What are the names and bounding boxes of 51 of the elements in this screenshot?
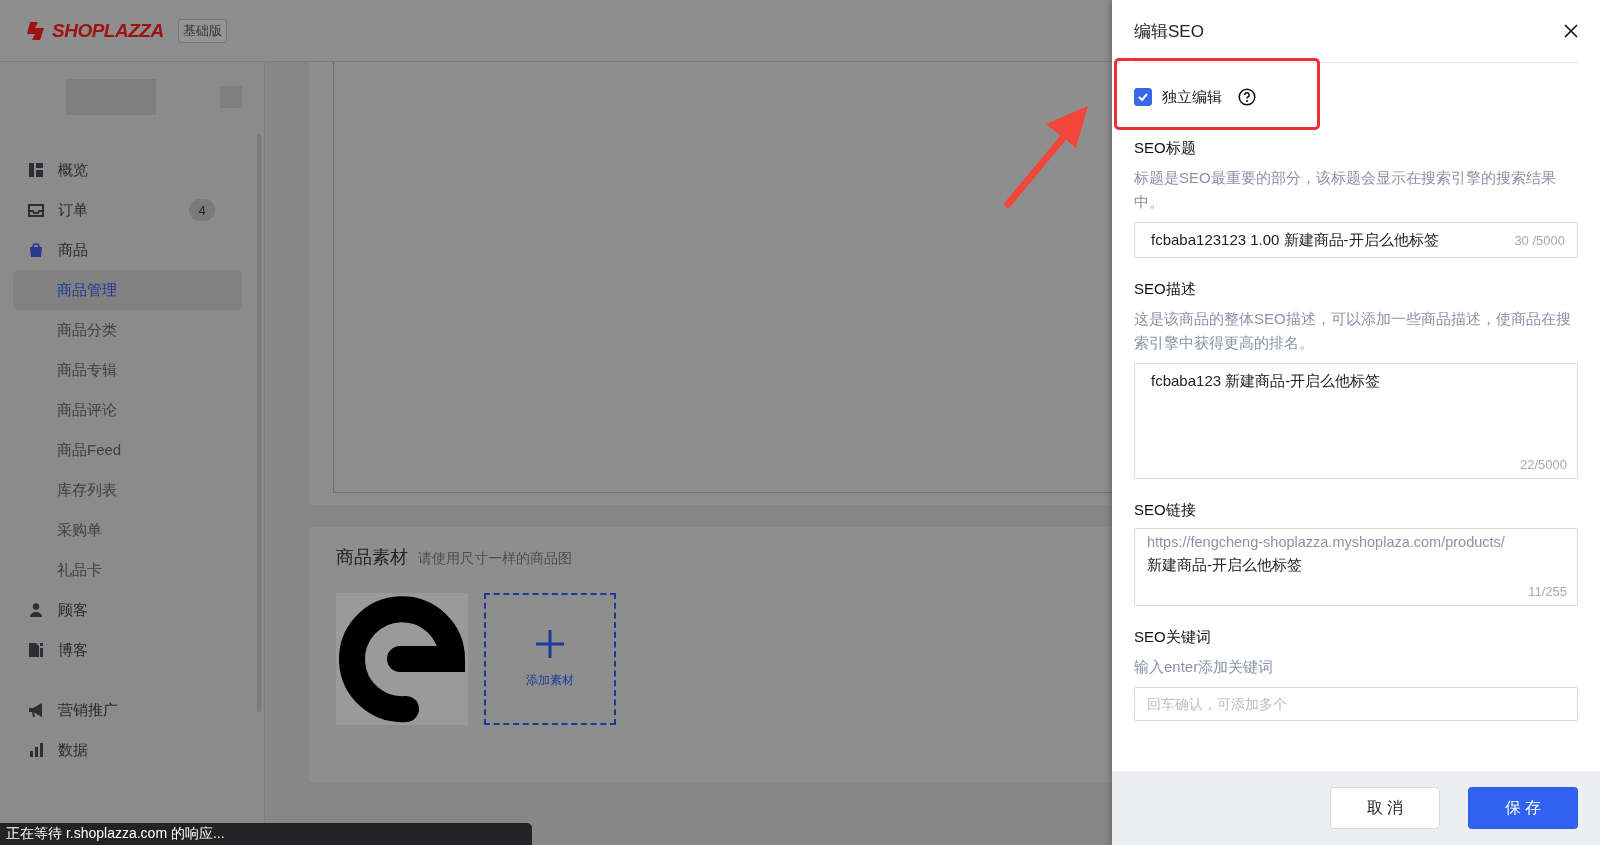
nav-item[interactable]: 订单 4 [0, 190, 251, 230]
cancel-button[interactable]: 取 消 [1330, 787, 1440, 829]
inbox-icon [28, 202, 44, 218]
nav-item[interactable]: 概览 [0, 150, 251, 190]
check-icon [1137, 91, 1149, 103]
field-label: SEO标题 [1134, 139, 1197, 158]
chart-panel-icon [28, 162, 44, 178]
nav-item[interactable]: 顾客 [0, 590, 251, 630]
drawer-title: 编辑SEO [1134, 20, 1204, 43]
nav-item[interactable]: 博客 [0, 630, 251, 670]
add-media-button[interactable]: 添加素材 [484, 593, 616, 725]
field-help: 输入enter添加关键词 [1134, 657, 1275, 677]
nav-subitem[interactable]: 商品专辑 [13, 350, 242, 390]
nav-subitem[interactable]: 采购单 [13, 510, 242, 550]
shopping-bag-icon [28, 242, 44, 258]
section-hint: 请使用尺寸一样的商品图 [418, 550, 572, 568]
nav-subitem[interactable]: 商品Feed [13, 430, 242, 470]
close-icon[interactable] [1564, 24, 1578, 38]
nav-item[interactable]: 数据 [0, 730, 251, 770]
url-field[interactable]: https://fengcheng-shoplazza.myshoplaza.com/products/ 新建商品-开启么他标签 11/255 [1134, 528, 1578, 606]
nav-subitem[interactable]: 商品评论 [13, 390, 242, 430]
product-image[interactable] [336, 593, 468, 725]
nav-subitem[interactable]: 商品管理 [13, 270, 242, 310]
count-badge: 4 [189, 199, 215, 221]
plan-badge: 基础版 [177, 18, 227, 43]
keyword-input[interactable]: 回车确认，可添加多个 [1134, 687, 1578, 721]
section-title: 商品素材 [336, 546, 408, 569]
field-label: SEO关键词 [1134, 628, 1212, 647]
nav-subitem[interactable]: 礼品卡 [13, 550, 242, 590]
plus-icon [536, 629, 564, 658]
field-label: SEO描述 [1134, 280, 1197, 299]
textarea-field[interactable]: fcbaba123 新建商品-开启么他标签 22/5000 [1134, 363, 1578, 479]
document-icon [28, 642, 44, 658]
checkbox[interactable] [1134, 88, 1152, 106]
nav-item[interactable]: 商品 [0, 230, 251, 270]
save-button[interactable]: 保 存 [1468, 787, 1578, 829]
nav-item[interactable]: 营销推广 [0, 690, 251, 730]
help-icon[interactable] [1238, 88, 1256, 106]
status-tooltip: 正在等待 r.shoplazza.com 的响应... [0, 823, 532, 845]
person-icon [28, 602, 44, 618]
logo[interactable]: SHOPLAZZA [26, 19, 164, 42]
field-help: 标题是SEO最重要的部分，该标题会显示在搜索引擎的搜索结果中。 [1134, 168, 1557, 212]
nav-subitem[interactable]: 商品分类 [13, 310, 242, 350]
field-help: 这是该商品的整体SEO描述，可以添加一些商品描述，使商品在搜索引擎中获得更高的排名。 [1134, 309, 1572, 353]
checkbox-label: 独立编辑 [1162, 87, 1222, 107]
nav-subitem[interactable]: 库存列表 [13, 470, 242, 510]
field-label: SEO链接 [1134, 501, 1197, 520]
input-field[interactable]: fcbaba123123 1.00 新建商品-开启么他标签 30 /5000 [1134, 222, 1578, 258]
megaphone-icon [28, 702, 44, 718]
logo-text: SHOPLAZZA [52, 19, 164, 42]
bar-chart-icon [28, 742, 44, 758]
